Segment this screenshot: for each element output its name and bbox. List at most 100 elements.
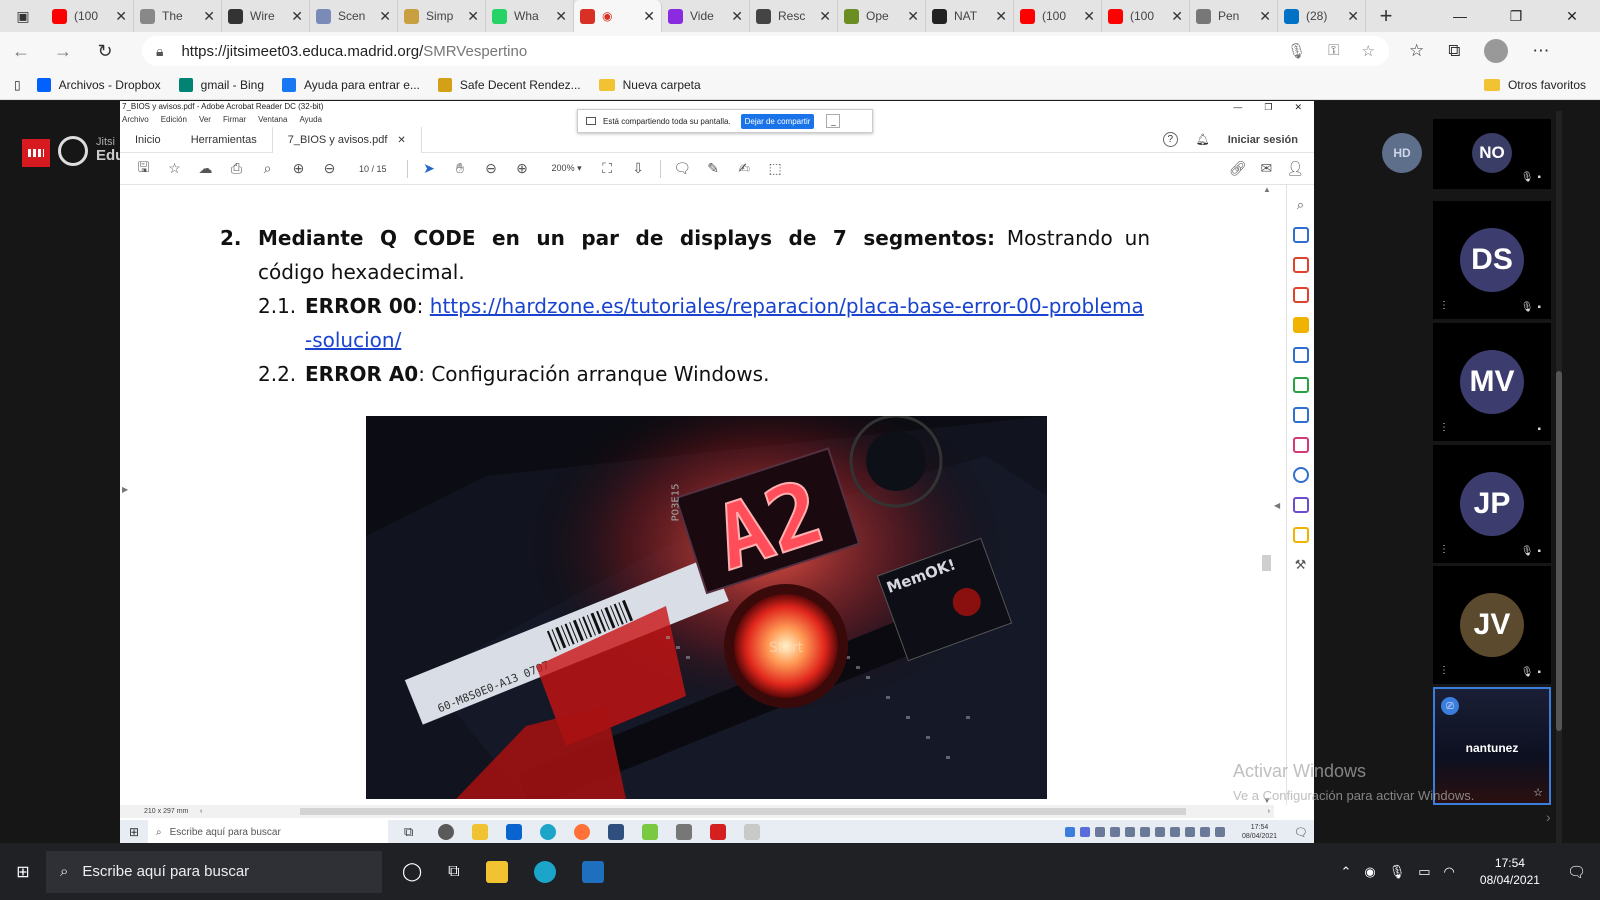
- left-panel-toggle-icon[interactable]: ▶: [122, 485, 128, 494]
- participant-tile[interactable]: MV ⋮ ▪: [1433, 323, 1551, 441]
- highlight-pen-icon[interactable]: ✎: [698, 160, 729, 177]
- tray-icon[interactable]: [1214, 827, 1225, 837]
- email-icon[interactable]: ✉: [1260, 160, 1272, 177]
- tray-icon[interactable]: [1109, 827, 1120, 837]
- tray-icon[interactable]: [1199, 827, 1210, 837]
- organize-pages-icon[interactable]: [1292, 377, 1309, 393]
- save-icon[interactable]: 🖫: [128, 157, 159, 181]
- wifi-icon[interactable]: ◠: [1444, 864, 1455, 880]
- scroll-thumb[interactable]: [1262, 555, 1271, 571]
- tray-icon[interactable]: [1064, 827, 1075, 837]
- app-icon[interactable]: [438, 824, 454, 840]
- action-center-icon[interactable]: 🗨︎: [1567, 863, 1586, 881]
- self-avatar[interactable]: HD: [1382, 133, 1422, 173]
- zoom-in-icon[interactable]: ⊕: [507, 160, 538, 177]
- tray-icon[interactable]: [1094, 827, 1105, 837]
- page-current[interactable]: 10: [359, 164, 369, 174]
- browser-tab[interactable]: (100 ✕: [1014, 0, 1102, 32]
- minimize-button[interactable]: —: [1432, 0, 1488, 32]
- prepare-form-icon[interactable]: [1292, 527, 1309, 543]
- tab-actions-icon[interactable]: ▣: [0, 0, 46, 32]
- browser-tab[interactable]: (100 ✕: [46, 0, 134, 32]
- participant-tile[interactable]: JP ⋮ 🎙︎▪: [1433, 445, 1551, 563]
- tray-icon[interactable]: [1184, 827, 1195, 837]
- file-explorer-icon[interactable]: [472, 824, 488, 840]
- next-page-icon[interactable]: ⊖: [314, 160, 345, 177]
- forward-button[interactable]: →: [42, 41, 84, 62]
- address-bar[interactable]: 🔒︎ https://jitsimeet03.educa.madrid.org/…: [142, 36, 1389, 66]
- document-vertical-scrollbar[interactable]: ▲ ▼: [1260, 185, 1274, 805]
- favorite-safe-decent[interactable]: Safe Decent Rendez...: [437, 77, 581, 92]
- tab-close-icon[interactable]: ✕: [379, 8, 391, 25]
- tab-herramientas[interactable]: Herramientas: [176, 127, 272, 153]
- select-cursor-icon[interactable]: ➤: [414, 160, 445, 177]
- print-icon[interactable]: ⎙: [221, 160, 252, 177]
- hide-notice-button[interactable]: _: [826, 114, 841, 128]
- link-icon[interactable]: 🔗︎: [1229, 160, 1247, 177]
- add-favorite-icon[interactable]: ☆: [1362, 42, 1375, 60]
- hardzone-link[interactable]: https://hardzone.es/tutoriales/reparacio…: [305, 294, 1144, 352]
- participant-menu-icon[interactable]: ⋮: [1439, 544, 1449, 555]
- browser-tab[interactable]: (100 ✕: [1102, 0, 1190, 32]
- screen-icon[interactable]: ▭: [1418, 864, 1430, 880]
- edge-icon[interactable]: [540, 824, 556, 840]
- export-pdf-icon[interactable]: [1292, 227, 1309, 243]
- task-view-icon[interactable]: ⧉: [404, 824, 420, 840]
- new-tab-button[interactable]: +: [1366, 0, 1406, 32]
- browser-tab[interactable]: Resc ✕: [750, 0, 838, 32]
- document-horizontal-scrollbar[interactable]: 210 x 297 mm ‹ ›: [120, 805, 1274, 818]
- signin-button[interactable]: Iniciar sesión: [1228, 134, 1298, 146]
- tray-icon[interactable]: [1154, 827, 1165, 837]
- favorite-gmail-bing[interactable]: gmail - Bing: [178, 77, 264, 92]
- page-indicator[interactable]: 10 / 15: [359, 164, 387, 174]
- add-user-icon[interactable]: 👤︎: [1286, 160, 1304, 177]
- app-icon[interactable]: [744, 824, 760, 840]
- tray-icon[interactable]: [1079, 827, 1090, 837]
- browser-tab[interactable]: Simp ✕: [398, 0, 486, 32]
- virtualbox-icon[interactable]: [608, 824, 624, 840]
- tab-close-icon[interactable]: ✕: [819, 8, 831, 25]
- other-favorites[interactable]: Otros favoritos: [1483, 78, 1586, 92]
- restore-button[interactable]: ❐: [1488, 0, 1544, 32]
- participant-menu-icon[interactable]: ⋮: [1439, 422, 1449, 433]
- browser-tab[interactable]: Pen ✕: [1190, 0, 1278, 32]
- browser-tab[interactable]: ◉ ✕: [574, 0, 662, 32]
- close-document-icon[interactable]: ✕: [397, 135, 405, 146]
- hscroll-thumb[interactable]: [300, 808, 1186, 815]
- tab-close-icon[interactable]: ✕: [1259, 8, 1271, 25]
- tab-close-icon[interactable]: ✕: [995, 8, 1007, 25]
- scroll-right-icon[interactable]: ›: [1268, 808, 1270, 815]
- file-explorer-icon[interactable]: [485, 860, 508, 883]
- microphone-icon[interactable]: 🎙︎: [1389, 864, 1406, 880]
- favorites-icon[interactable]: ☆: [1409, 41, 1424, 61]
- cortana-icon[interactable]: ◯: [402, 861, 422, 882]
- more-menu-icon[interactable]: ⋯: [1532, 41, 1549, 61]
- inner-search-box[interactable]: ⌕ Escribe aquí para buscar: [148, 820, 388, 844]
- menu-firmar[interactable]: Firmar: [223, 113, 246, 127]
- notifications-bell-icon[interactable]: 🔔︎: [1196, 133, 1210, 146]
- browser-tab[interactable]: Wire ✕: [222, 0, 310, 32]
- tab-inicio[interactable]: Inicio: [120, 127, 176, 153]
- tab-document[interactable]: 7_BIOS y avisos.pdf ✕: [271, 126, 422, 153]
- mail-icon[interactable]: [506, 824, 522, 840]
- taskbar-clock[interactable]: 17:54 08/04/2021: [1480, 855, 1540, 889]
- participant-menu-icon[interactable]: ⋮: [1439, 300, 1449, 311]
- taskbar-search-box[interactable]: ⌕ Escribe aquí para buscar: [46, 850, 382, 893]
- filmstrip-next-icon[interactable]: ›: [1546, 809, 1551, 825]
- edit-pdf-icon[interactable]: [1292, 287, 1309, 303]
- scan-ocr-icon[interactable]: [1292, 407, 1309, 423]
- favorite-ayuda[interactable]: Ayuda para entrar e...: [282, 77, 420, 92]
- more-tools-icon[interactable]: ⚒: [1293, 557, 1309, 573]
- tab-close-icon[interactable]: ✕: [1083, 8, 1095, 25]
- firefox-icon[interactable]: [574, 824, 590, 840]
- edge-icon[interactable]: [533, 860, 556, 883]
- participant-tile[interactable]: NO 🎙︎▪: [1433, 119, 1551, 189]
- show-hidden-icons[interactable]: ⌃: [1340, 864, 1351, 880]
- acrobat-restore[interactable]: ❐: [1264, 101, 1272, 113]
- favorite-dropbox[interactable]: Archivos - Dropbox: [36, 77, 161, 92]
- windows-start-icon[interactable]: ⊞: [120, 825, 148, 839]
- scroll-left-icon[interactable]: ‹: [200, 808, 202, 815]
- browser-tab[interactable]: Wha ✕: [486, 0, 574, 32]
- jitsi-app-icon[interactable]: [581, 860, 604, 883]
- browser-tab[interactable]: The ✕: [134, 0, 222, 32]
